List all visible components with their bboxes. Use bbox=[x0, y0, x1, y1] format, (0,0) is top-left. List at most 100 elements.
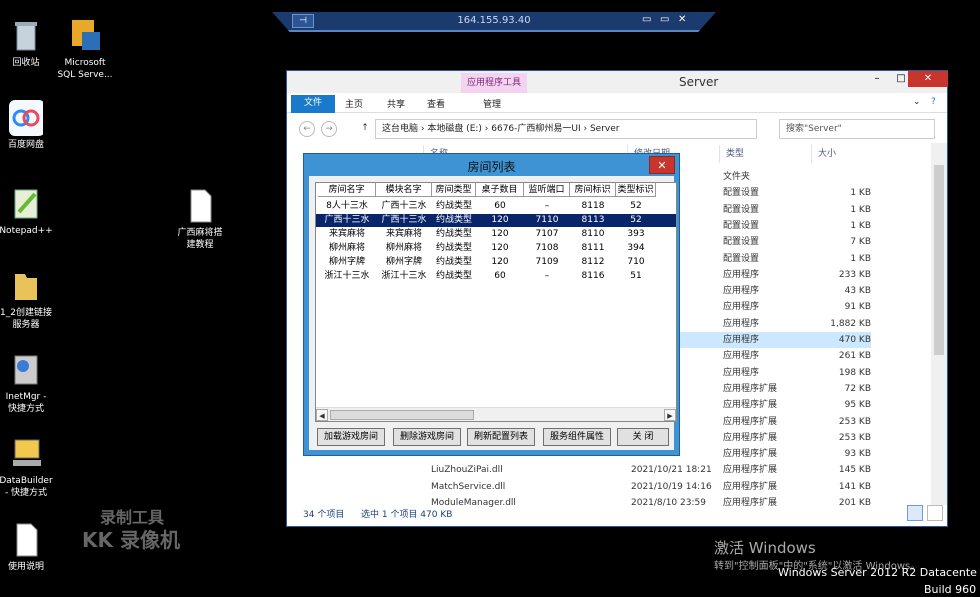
file-name: MatchService.dll bbox=[431, 481, 506, 492]
column-size[interactable]: 大小 bbox=[811, 145, 871, 163]
file-type: 配置设置 bbox=[723, 220, 760, 231]
list-column-header[interactable]: 房间类型 bbox=[432, 183, 476, 197]
desktop-icon-inetmgr[interactable]: InetMgr - 快捷方式 bbox=[0, 352, 58, 415]
room-row[interactable]: 柳州麻将 柳州麻将 约战类型 120 7108 8111 394 bbox=[316, 242, 676, 255]
delete-room-button[interactable]: 删除游戏房间 bbox=[393, 428, 461, 446]
room-cell: 柳州麻将 bbox=[328, 243, 365, 253]
file-name: LiuZhouZiPai.dll bbox=[431, 465, 503, 476]
status-selected: 选中 1 个项目 470 KB bbox=[361, 510, 453, 520]
horizontal-scrollbar[interactable]: ◀ ▶ bbox=[316, 407, 676, 421]
minimize-button[interactable]: – bbox=[865, 71, 889, 87]
file-type: 应用程序扩展 bbox=[723, 481, 778, 492]
file-type: 应用程序扩展 bbox=[723, 449, 778, 460]
file-type: 配置设置 bbox=[723, 253, 760, 264]
room-cell: 52 bbox=[630, 201, 642, 211]
file-type: 配置设置 bbox=[723, 204, 760, 215]
help-icon[interactable]: ? bbox=[931, 97, 936, 107]
address-bar[interactable]: 这台电脑 › 本地磁盘 (E:) › 6676-广西柳州易一UI › Serve… bbox=[375, 119, 757, 139]
file-row[interactable]: LiuZhouZiPai.dll 2021/10/21 18:21 应用程序扩展 14… bbox=[431, 462, 871, 478]
collapse-ribbon-icon[interactable]: ⌄ bbox=[913, 97, 921, 107]
room-cell: 7107 bbox=[535, 229, 559, 239]
load-room-button[interactable]: 加载游戏房间 bbox=[317, 428, 385, 446]
room-row[interactable]: 广西十三水 广西十三水 约战类型 120 7110 8113 52 bbox=[316, 213, 676, 228]
os-version: Windows Server 2012 R2 Datacente bbox=[778, 566, 977, 579]
rdp-minimize-button[interactable]: ▭ bbox=[642, 14, 651, 25]
list-column-header[interactable]: 类型标识 bbox=[616, 183, 656, 197]
tab-view[interactable]: 查看 bbox=[427, 97, 445, 110]
file-row[interactable]: ModuleManager.dll 2021/8/10 23:59 应用程序扩展 20… bbox=[431, 495, 871, 511]
back-button[interactable]: ← bbox=[299, 121, 315, 137]
dialog-close-button[interactable]: ✕ bbox=[649, 156, 675, 174]
refresh-config-button[interactable]: 刷新配置列表 bbox=[467, 428, 535, 446]
tiles-view-icon[interactable] bbox=[927, 505, 943, 521]
room-cell: – bbox=[544, 201, 550, 211]
room-cell: 394 bbox=[627, 243, 645, 253]
sql-server-icon bbox=[68, 18, 102, 54]
file-type: 配置设置 bbox=[723, 188, 760, 199]
inetmgr-icon bbox=[9, 352, 43, 388]
room-list-view[interactable]: 房间名字 模块名字 房间类型 桌子数目 监听端口 房间标识 类型标识 8人十三水 广西十三水约… bbox=[315, 182, 677, 422]
vertical-scrollbar[interactable] bbox=[931, 143, 947, 505]
list-column-header[interactable]: 监听端口 bbox=[524, 183, 570, 197]
details-view-icon[interactable] bbox=[907, 505, 923, 521]
forward-button[interactable]: → bbox=[321, 121, 337, 137]
file-size: 145 KB bbox=[838, 465, 871, 476]
list-column-header[interactable]: 房间标识 bbox=[570, 183, 616, 197]
room-row[interactable]: 来宾麻将 来宾麻将 约战类型 120 7107 8110 393 bbox=[316, 228, 676, 241]
status-item-count: 34 个项目 bbox=[303, 510, 345, 520]
room-cell: 393 bbox=[627, 229, 645, 239]
document-icon bbox=[9, 522, 43, 558]
desktop-icon-linked-server[interactable]: 1_2创建链接 服务器 bbox=[0, 268, 58, 331]
list-column-header[interactable]: 模块名字 bbox=[376, 183, 432, 197]
desktop-icon-recycle-bin[interactable]: 回收站 bbox=[0, 18, 58, 69]
desktop: 回收站 Microsoft SQL Serve... 百度网盘 Notepad+… bbox=[0, 0, 980, 597]
list-column-header[interactable]: 房间名字 bbox=[318, 183, 376, 197]
room-row[interactable]: 8人十三水 广西十三水 约战类型 60 – 8118 52 bbox=[316, 200, 676, 213]
tab-file[interactable]: 文件 bbox=[291, 95, 335, 113]
list-column-header[interactable]: 桌子数目 bbox=[476, 183, 524, 197]
room-list-dialog: 房间列表 ✕ 房间名字 模块名字 房间类型 桌子数目 监听端口 房间标识 类型标识 8人十三… bbox=[303, 153, 680, 456]
rdp-restore-button[interactable]: ▭ bbox=[660, 14, 669, 25]
room-cell: 710 bbox=[627, 257, 645, 267]
document-icon bbox=[183, 188, 217, 224]
room-cell: 浙江十三水 bbox=[324, 271, 370, 281]
file-type: 文件夹 bbox=[723, 172, 751, 182]
scroll-left-arrow-icon[interactable]: ◀ bbox=[316, 409, 328, 421]
room-row[interactable]: 浙江十三水 浙江十三水 约战类型 60–8116 51 bbox=[316, 270, 676, 283]
room-cell: 来宾麻将 bbox=[328, 229, 365, 239]
desktop-icon-sql-server[interactable]: Microsoft SQL Serve... bbox=[53, 18, 117, 81]
desktop-icon-databuilder[interactable]: DataBuilder - 快捷方式 bbox=[0, 436, 58, 499]
file-row[interactable]: MatchService.dll 2021/10/19 14:16 应用程序扩展 14… bbox=[431, 479, 871, 495]
file-size: 43 KB bbox=[844, 286, 871, 297]
file-type: 应用程序扩展 bbox=[723, 498, 778, 508]
room-cell: 约战类型 bbox=[435, 229, 472, 239]
scroll-thumb[interactable] bbox=[934, 165, 944, 355]
ribbon-tabs: 文件 主页 共享 查看 管理 ⌄ ? bbox=[287, 93, 947, 113]
room-cell: – bbox=[544, 271, 550, 281]
notepadpp-icon bbox=[9, 186, 43, 222]
search-input[interactable]: 搜索"Server" bbox=[779, 119, 935, 139]
close-button[interactable]: ✕ bbox=[908, 71, 948, 87]
hscroll-thumb[interactable] bbox=[330, 410, 474, 420]
room-cell: 来宾麻将 bbox=[385, 229, 422, 239]
room-cell: 约战类型 bbox=[435, 257, 472, 267]
room-cell: 约战类型 bbox=[435, 271, 472, 281]
rdp-connection-bar: ⊣ 164.155.93.40 ▭ ▭ ✕ bbox=[272, 12, 716, 32]
file-size: 233 KB bbox=[838, 269, 871, 280]
room-cell: 7110 bbox=[535, 215, 559, 225]
up-button[interactable]: ↑ bbox=[357, 121, 373, 137]
scroll-right-arrow-icon[interactable]: ▶ bbox=[664, 409, 676, 421]
service-properties-button[interactable]: 服务组件属性 bbox=[543, 428, 611, 446]
rdp-close-button[interactable]: ✕ bbox=[678, 14, 686, 25]
tab-home[interactable]: 主页 bbox=[345, 97, 363, 110]
room-row[interactable]: 柳州字牌 柳州字牌 约战类型 120 7109 8112 710 bbox=[316, 256, 676, 269]
column-type[interactable]: 类型 bbox=[719, 145, 811, 163]
desktop-icon-tutorial-doc[interactable]: 广西麻将搭 建教程 bbox=[168, 188, 232, 251]
desktop-icon-readme[interactable]: 使用说明 bbox=[0, 522, 58, 573]
close-dialog-button[interactable]: 关 闭 bbox=[617, 428, 669, 446]
desktop-icon-baidu-netdisk[interactable]: 百度网盘 bbox=[0, 100, 58, 151]
tab-share[interactable]: 共享 bbox=[387, 97, 405, 110]
tab-manage[interactable]: 管理 bbox=[483, 97, 501, 110]
desktop-icon-notepadpp[interactable]: Notepad++ bbox=[0, 186, 58, 237]
explorer-titlebar: 应用程序工具 Server – □ ✕ bbox=[287, 71, 948, 97]
